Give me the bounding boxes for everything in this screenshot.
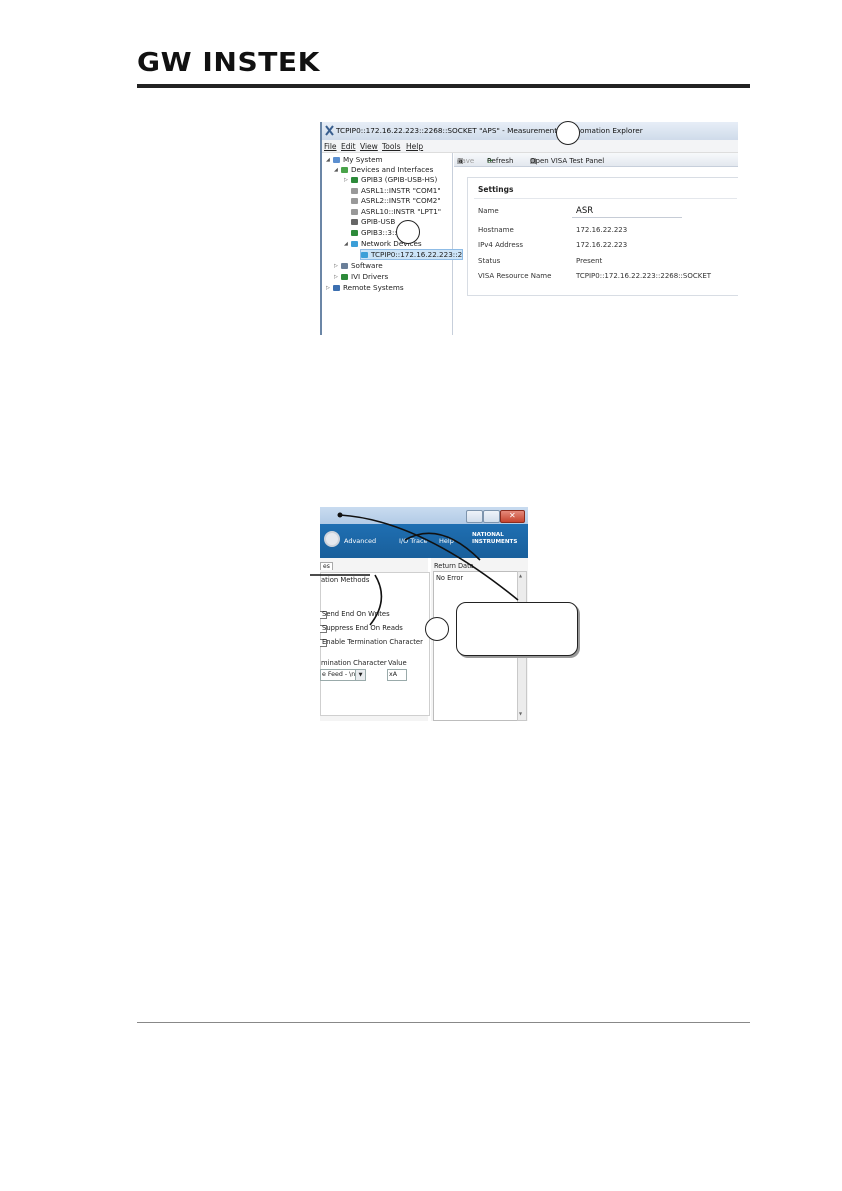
network-device-icon bbox=[361, 252, 368, 258]
remote-icon bbox=[333, 285, 340, 291]
ipv4-label: IPv4 Address bbox=[478, 241, 523, 249]
name-input[interactable]: ASR bbox=[572, 205, 682, 218]
footer-rule bbox=[137, 1022, 750, 1023]
max-app-icon bbox=[325, 125, 334, 136]
tree-item-tcpip0[interactable]: TCPIP0::172.16.22.223::2 bbox=[360, 249, 464, 260]
window-title: TCPIP0::172.16.22.223::2268::SOCKET "APS… bbox=[336, 126, 643, 135]
collapse-icon: ▷ bbox=[344, 176, 348, 183]
tree-item-gpib3[interactable]: ▷ GPIB3 (GPIB-USB-HS) bbox=[344, 175, 437, 185]
window-title-bar: TCPIP0::172.16.22.223::2268::SOCKET "APS… bbox=[322, 122, 738, 140]
tree-item-gpib-usb[interactable]: GPIB-USB bbox=[351, 217, 395, 226]
expand-icon: ◢ bbox=[344, 240, 348, 247]
collapse-icon: ▷ bbox=[326, 284, 330, 291]
computer-icon bbox=[333, 157, 340, 163]
menu-file[interactable]: File bbox=[324, 142, 337, 151]
visa-resource-value: TCPIP0::172.16.22.223::2268::SOCKET bbox=[576, 272, 712, 280]
callout-line bbox=[369, 574, 383, 626]
callout-line bbox=[404, 532, 481, 561]
tree-item-gpib3-3[interactable]: GPIB3::3:: bbox=[351, 228, 397, 237]
parallel-port-icon bbox=[351, 209, 358, 215]
hostname-value: 172.16.22.223 bbox=[576, 226, 628, 234]
name-label: Name bbox=[478, 207, 499, 215]
menu-edit[interactable]: Edit bbox=[341, 142, 356, 151]
network-icon bbox=[351, 241, 358, 247]
config-tree: ◢ My System ◢ Devices and Interfaces ▷ GPIB… bbox=[322, 153, 464, 335]
max-window-screenshot: TCPIP0::172.16.22.223::2268::SOCKET "APS… bbox=[320, 122, 738, 335]
visa-resource-label: VISA Resource Name bbox=[478, 272, 552, 280]
ivi-icon bbox=[341, 274, 348, 280]
menu-view[interactable]: View bbox=[360, 142, 378, 151]
header-rule bbox=[137, 84, 750, 88]
tree-item-remote-systems[interactable]: ▷ Remote Systems bbox=[326, 283, 404, 293]
serial-port-icon bbox=[351, 198, 358, 204]
gwinstek-logo: GW INSTEK bbox=[137, 48, 320, 78]
expand-icon: ◢ bbox=[326, 156, 330, 163]
menu-help[interactable]: Help bbox=[406, 142, 423, 151]
tree-item-software[interactable]: ▷ Software bbox=[334, 261, 383, 271]
settings-heading: Settings bbox=[478, 185, 514, 194]
tree-item-ivi-drivers[interactable]: ▷ IVI Drivers bbox=[334, 272, 388, 282]
callout-marker bbox=[425, 617, 449, 641]
expand-icon: ◢ bbox=[334, 166, 338, 173]
callout-marker bbox=[556, 121, 580, 145]
divider bbox=[474, 198, 737, 199]
tree-item-devices[interactable]: ◢ Devices and Interfaces bbox=[334, 165, 433, 175]
collapse-icon: ▷ bbox=[334, 262, 338, 269]
tree-item-my-system[interactable]: ◢ My System bbox=[326, 155, 383, 165]
menu-tools[interactable]: Tools bbox=[382, 142, 400, 151]
callout-box bbox=[456, 602, 578, 656]
tree-item-asrl10[interactable]: ASRL10::INSTR "LPT1" bbox=[351, 207, 441, 216]
devices-icon bbox=[341, 167, 348, 173]
menu-bar: File Edit View Tools Help bbox=[322, 140, 738, 153]
collapse-icon: ▷ bbox=[334, 273, 338, 280]
gpib-icon bbox=[351, 177, 358, 183]
status-value: Present bbox=[576, 257, 603, 265]
status-label: Status bbox=[478, 257, 501, 265]
callout-dot bbox=[337, 512, 343, 518]
ipv4-value: 172.16.22.223 bbox=[576, 241, 628, 249]
tree-item-asrl2[interactable]: ASRL2::INSTR "COM2" bbox=[351, 196, 441, 205]
gpib-icon bbox=[351, 230, 358, 236]
callout-marker bbox=[396, 220, 420, 244]
usb-icon bbox=[351, 219, 358, 225]
callout-line bbox=[339, 514, 519, 601]
settings-panel: Settings Name ASR Hostname 172.16.22.223… bbox=[467, 177, 738, 296]
max-toolbar: ▣ Save ⟳ Refresh ▤ Open VISA Test Panel bbox=[454, 153, 738, 167]
hostname-label: Hostname bbox=[478, 226, 514, 234]
software-icon bbox=[341, 263, 348, 269]
tree-item-asrl1[interactable]: ASRL1::INSTR "COM1" bbox=[351, 186, 441, 195]
serial-port-icon bbox=[351, 188, 358, 194]
